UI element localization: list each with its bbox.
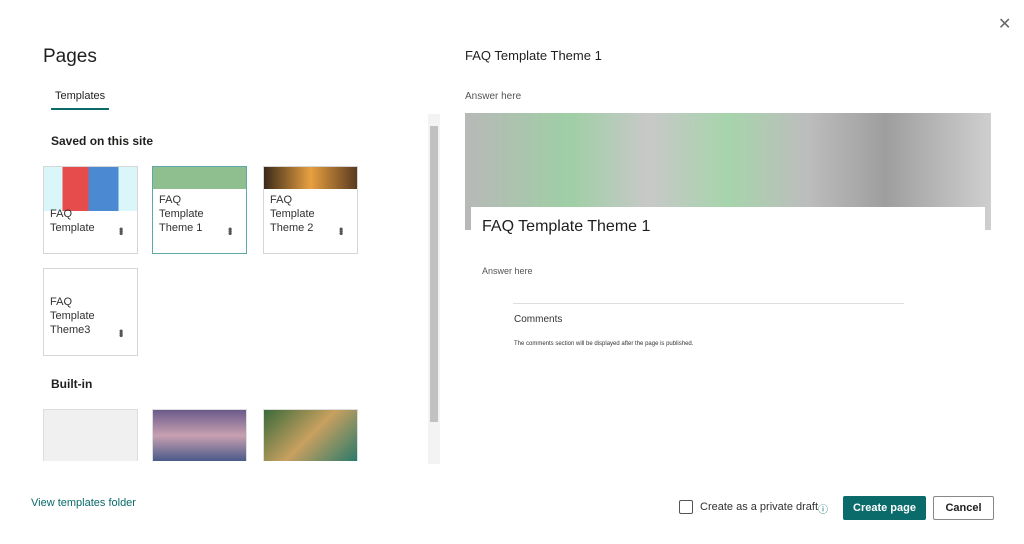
preview-answer: Answer here (482, 266, 533, 276)
template-card[interactable]: FAQ Template Theme3 ••• (43, 268, 138, 356)
template-card[interactable]: FAQ Template Theme 1 ••• (152, 166, 247, 254)
more-options-icon[interactable]: ••• (334, 227, 348, 234)
builtin-template-card[interactable] (152, 409, 247, 461)
scrollbar-thumb[interactable] (430, 126, 438, 422)
more-options-icon[interactable]: ••• (114, 227, 128, 234)
view-templates-folder-link[interactable]: View templates folder (31, 497, 136, 509)
template-card[interactable]: FAQ Template Theme 2 ••• (263, 166, 358, 254)
section-builtin: Built-in (51, 377, 93, 391)
template-label: FAQ Template Theme3 (50, 296, 95, 336)
more-options-icon[interactable]: ••• (114, 329, 128, 336)
preview-answer-top: Answer here (465, 91, 522, 102)
section-saved: Saved on this site (51, 134, 154, 148)
private-draft-label: Create as a private draft (700, 501, 819, 513)
template-thumbnail (153, 167, 246, 189)
template-label: FAQ Template (50, 208, 95, 234)
builtin-template-card[interactable] (263, 409, 358, 461)
template-card[interactable]: FAQ Template ••• (43, 166, 138, 254)
divider (513, 303, 904, 304)
close-button[interactable]: ✕ (998, 14, 1011, 34)
preview-page-title: FAQ Template Theme 1 (482, 218, 651, 235)
preview-header: FAQ Template Theme 1 (465, 48, 602, 63)
more-options-icon[interactable]: ••• (223, 227, 237, 234)
tab-templates[interactable]: Templates (51, 90, 110, 110)
dialog-title: Pages (43, 46, 97, 67)
info-icon[interactable]: ⓘ (818, 501, 828, 516)
template-label: FAQ Template Theme 1 (159, 194, 204, 234)
template-label: FAQ Template Theme 2 (270, 194, 315, 234)
cancel-button[interactable]: Cancel (933, 496, 994, 520)
template-thumbnail (264, 167, 357, 189)
comments-note: The comments section will be displayed a… (514, 341, 694, 347)
template-thumbnail (44, 167, 137, 211)
comments-heading: Comments (514, 314, 563, 325)
create-page-button[interactable]: Create page (843, 496, 926, 520)
builtin-template-card[interactable] (43, 409, 138, 461)
private-draft-checkbox[interactable] (679, 500, 693, 514)
